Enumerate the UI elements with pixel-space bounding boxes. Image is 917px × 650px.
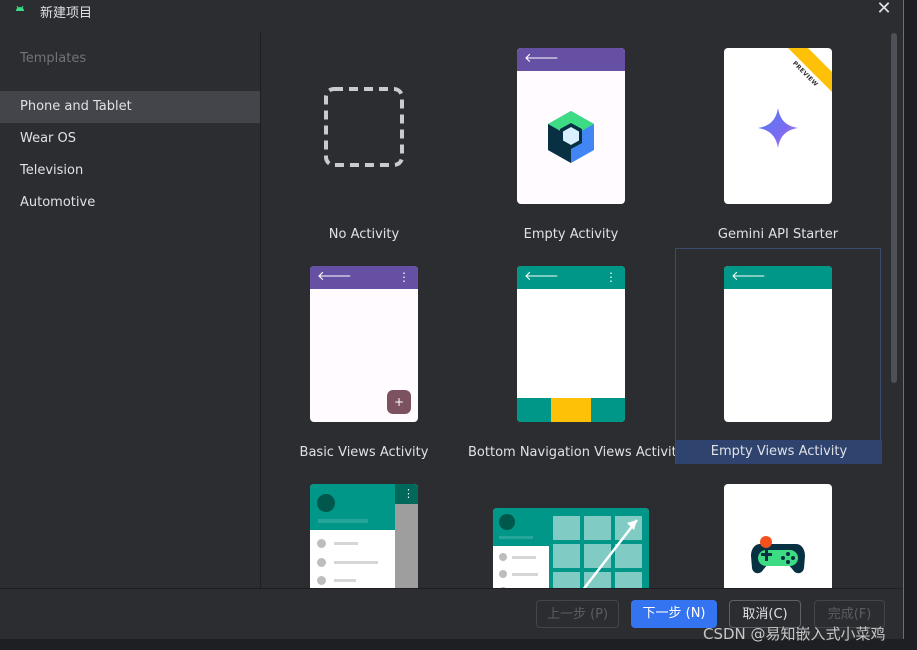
back-arrow-icon: 🡐 (524, 269, 559, 284)
jetpack-compose-icon (548, 111, 594, 163)
responsive-row-line (512, 556, 536, 559)
back-arrow-icon: 🡐 (524, 51, 559, 66)
empty-views-thumbnail: 🡐 (724, 266, 832, 422)
template-game-activity[interactable] (675, 465, 881, 588)
app-bar: 🡐 ⋮ (517, 266, 625, 289)
responsive-header-line (499, 536, 533, 539)
new-project-dialog: 新建项目 ✕ Templates Phone and Tablet Wear O… (0, 0, 904, 639)
responsive-thumbnail (493, 508, 649, 588)
bottom-nav-selected-item (551, 398, 591, 422)
scrollbar-thumb[interactable] (891, 33, 897, 383)
drawer-row-line (334, 579, 356, 582)
bottom-nav-bar (517, 398, 625, 422)
android-icon (16, 5, 24, 11)
template-bottom-navigation-views-activity[interactable]: 🡐 ⋮ Bottom Navigation Views Activity (468, 248, 685, 464)
responsive-left-header (493, 508, 549, 546)
responsive-avatar (499, 514, 515, 530)
background-edge (904, 0, 917, 650)
app-bar: 🡐 (517, 48, 625, 71)
bottom-navigation-thumbnail: 🡐 ⋮ (517, 266, 625, 422)
gamepad-icon (751, 536, 805, 574)
overflow-menu-icon: ⋮ (605, 270, 617, 284)
template-empty-views-activity[interactable]: 🡐 Empty Views Activity (675, 248, 882, 464)
back-arrow-icon: 🡐 (731, 269, 766, 284)
sidebar-item-phone-and-tablet[interactable]: Phone and Tablet (0, 91, 260, 123)
template-label: Gemini API Starter (717, 227, 839, 242)
sidebar-item-wear-os[interactable]: Wear OS (0, 123, 260, 155)
drawer-row-line (334, 561, 378, 564)
template-label: Basic Views Activity (299, 445, 429, 460)
drawer-row-dot (317, 539, 326, 548)
template-label: Empty Activity (523, 227, 619, 242)
previous-button[interactable]: 上一步 (P) (536, 600, 619, 628)
back-arrow-icon: 🡐 (317, 269, 352, 284)
overflow-menu-icon: ⋮ (403, 487, 414, 500)
drawer-avatar (317, 494, 335, 512)
template-label: No Activity (328, 227, 400, 242)
responsive-row-line (512, 573, 538, 576)
gemini-sparkle-icon (758, 108, 798, 148)
template-label: Empty Views Activity (676, 440, 882, 464)
template-basic-views-activity[interactable]: 🡐 ⋮ + Basic Views Activity (261, 248, 467, 464)
responsive-row-dot (499, 553, 507, 561)
game-thumbnail (724, 484, 832, 588)
fab-add-icon: + (387, 390, 411, 414)
drawer-row-dot (317, 576, 326, 585)
template-empty-activity[interactable]: 🡐 Empty Activity (468, 31, 674, 247)
watermark-text: CSDN @易知嵌入式小菜鸡 (703, 625, 886, 643)
preview-ribbon (788, 48, 832, 92)
basic-views-thumbnail: 🡐 ⋮ + (310, 266, 418, 422)
sidebar-header: Templates (20, 51, 87, 66)
drawer-row-dot (317, 558, 326, 567)
templates-sidebar: Templates Phone and Tablet Wear OS Telev… (0, 31, 261, 588)
window-title: 新建项目 (40, 6, 93, 21)
overflow-menu-icon: ⋮ (398, 270, 410, 284)
close-icon[interactable]: ✕ (875, 0, 893, 18)
template-navigation-drawer[interactable]: ⋮ (261, 465, 467, 588)
app-bar: 🡐 ⋮ (310, 266, 418, 289)
template-label: Bottom Navigation Views Activity (468, 445, 685, 460)
navigation-drawer-thumbnail: ⋮ (310, 484, 418, 588)
drawer-header (310, 484, 395, 530)
responsive-row-dot (499, 570, 507, 578)
title-bar: 新建项目 ✕ (0, 0, 903, 21)
template-responsive-views-activity[interactable] (468, 465, 674, 588)
drawer-row-line (334, 542, 358, 545)
drawer-header-line (318, 519, 368, 523)
gemini-thumbnail: PREVIEW (724, 48, 832, 204)
no-activity-placeholder-icon (324, 87, 404, 167)
template-grid: No Activity 🡐 Empty Activity PREVIEW Gem… (261, 31, 891, 588)
template-gemini-api-starter[interactable]: PREVIEW Gemini API Starter (675, 31, 881, 247)
app-bar: 🡐 (724, 266, 832, 289)
sidebar-item-television[interactable]: Television (0, 155, 260, 187)
empty-activity-thumbnail: 🡐 (517, 48, 625, 204)
template-no-activity[interactable]: No Activity (261, 31, 467, 247)
sidebar-item-automotive[interactable]: Automotive (0, 187, 260, 219)
responsive-grid-pane (549, 508, 649, 588)
